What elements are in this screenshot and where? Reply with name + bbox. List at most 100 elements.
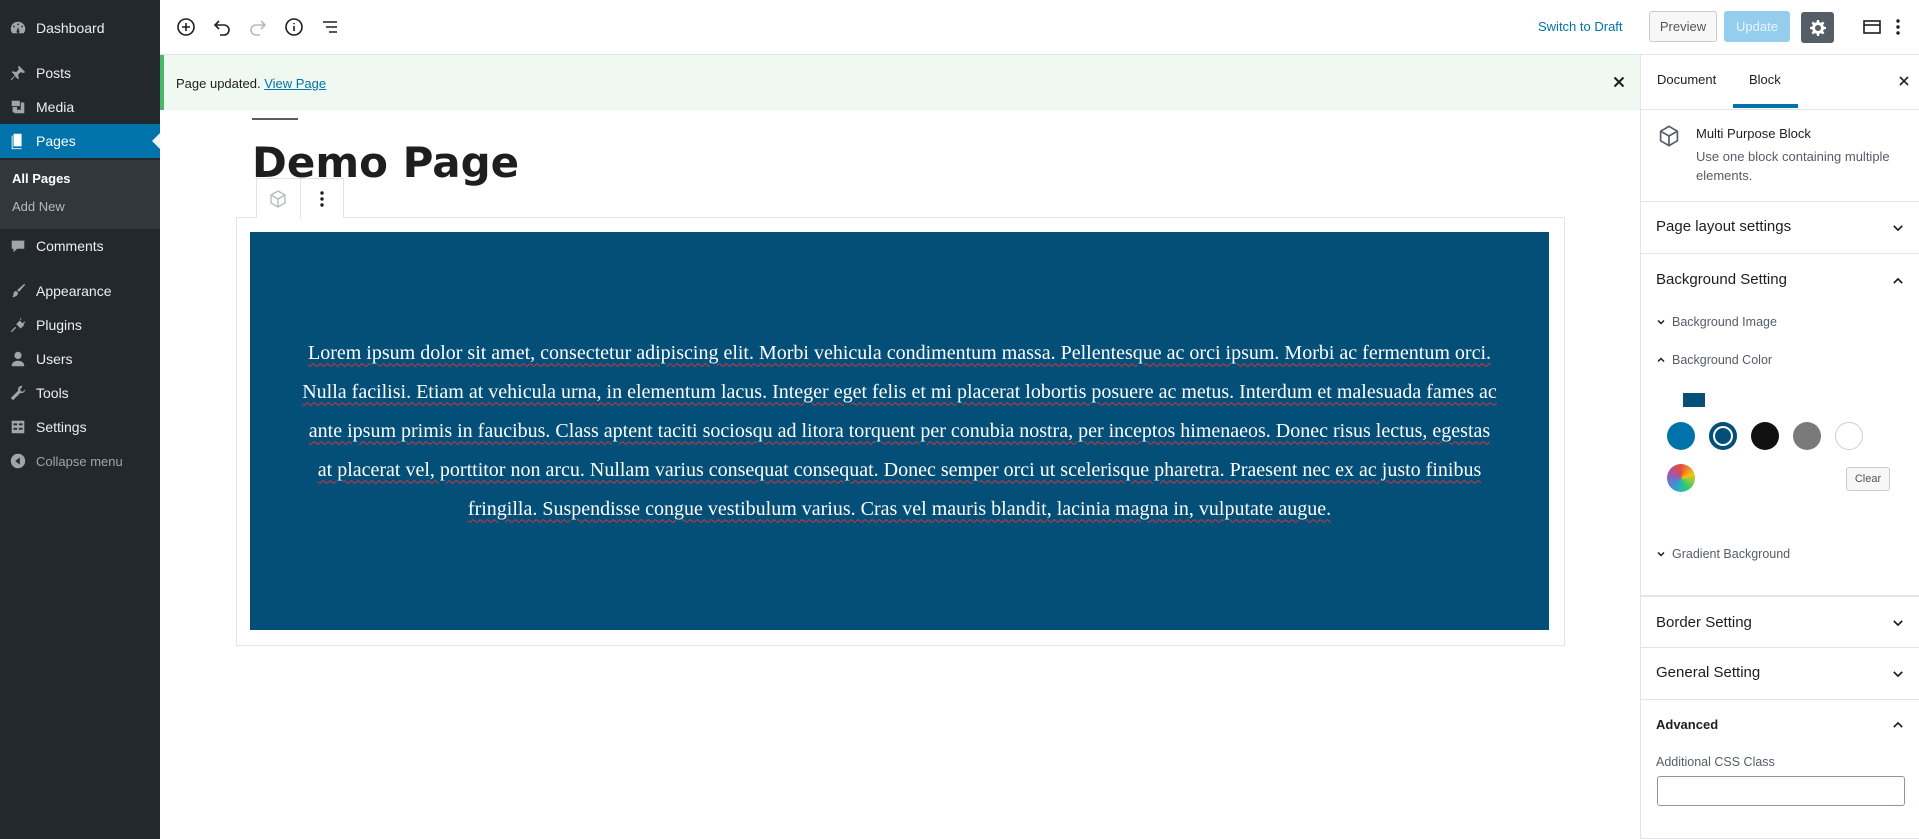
- switch-to-draft-button[interactable]: Switch to Draft: [1538, 19, 1623, 34]
- info-icon[interactable]: [281, 14, 307, 40]
- add-block-icon[interactable]: [173, 14, 199, 40]
- menu-label: Appearance: [36, 283, 112, 299]
- pages-icon: [0, 132, 36, 150]
- custom-color-picker-icon[interactable]: [1667, 464, 1695, 492]
- tab-block[interactable]: Block: [1749, 72, 1781, 87]
- chevron-down-icon: [1657, 551, 1665, 557]
- chevron-down-icon: [1657, 319, 1665, 325]
- css-class-input[interactable]: [1657, 776, 1905, 806]
- collapse-menu-button[interactable]: Collapse menu: [0, 444, 160, 478]
- chevron-up-icon[interactable]: [1891, 718, 1905, 732]
- tab-document[interactable]: Document: [1657, 72, 1716, 87]
- menu-item-appearance[interactable]: Appearance: [0, 274, 160, 308]
- panel-page-layout[interactable]: Page layout settings: [1641, 202, 1919, 254]
- settings-sidebar: Document Block Multi Purpose Block Use o…: [1640, 55, 1919, 839]
- gradient-background-toggle[interactable]: Gradient Background: [1656, 547, 1790, 561]
- block-type-cube-icon[interactable]: [257, 179, 300, 219]
- sidebar-tabs: Document Block: [1641, 55, 1919, 110]
- background-image-toggle[interactable]: Background Image: [1656, 315, 1777, 329]
- panel-title[interactable]: Advanced: [1656, 717, 1718, 732]
- toggle-label: Gradient Background: [1672, 547, 1791, 561]
- editor-canvas: Demo Page Lorem ipsum dolor sit amet, co…: [160, 110, 1640, 839]
- background-color-toggle[interactable]: Background Color: [1656, 353, 1772, 367]
- preview-button[interactable]: Preview: [1649, 11, 1717, 42]
- block-toolbar: [256, 178, 344, 219]
- active-tab-indicator: [1733, 104, 1798, 108]
- chevron-up-icon[interactable]: [1891, 274, 1905, 288]
- panel-title[interactable]: Page layout settings: [1656, 218, 1791, 235]
- chevron-down-icon[interactable]: [1891, 616, 1905, 630]
- update-button[interactable]: Update: [1724, 11, 1790, 42]
- submenu-add-new[interactable]: Add New: [12, 199, 65, 214]
- panel-advanced: Advanced: [1641, 700, 1919, 839]
- close-icon[interactable]: [1896, 73, 1912, 89]
- swatch-black[interactable]: [1751, 422, 1779, 450]
- redo-icon[interactable]: [245, 14, 271, 40]
- block-navigation-icon[interactable]: [317, 14, 343, 40]
- user-icon: [0, 350, 36, 368]
- block-card: Multi Purpose Block Use one block contai…: [1641, 110, 1919, 202]
- undo-icon[interactable]: [209, 14, 235, 40]
- swatch-gray[interactable]: [1793, 422, 1821, 450]
- menu-item-pages[interactable]: Pages: [0, 124, 160, 158]
- css-class-label: Additional CSS Class: [1656, 755, 1775, 769]
- close-icon[interactable]: [1610, 73, 1628, 91]
- toggle-label: Background Image: [1672, 315, 1777, 329]
- media-icon: [0, 98, 36, 116]
- gear-icon: [1809, 19, 1826, 36]
- menu-label: Plugins: [36, 317, 82, 333]
- chevron-down-icon[interactable]: [1891, 221, 1905, 235]
- menu-label: Settings: [36, 419, 87, 435]
- menu-label: Tools: [36, 385, 69, 401]
- panel-border-setting[interactable]: Border Setting: [1641, 596, 1919, 648]
- comment-icon: [0, 237, 36, 255]
- menu-label: Collapse menu: [36, 453, 123, 469]
- panel-general-setting[interactable]: General Setting: [1641, 648, 1919, 700]
- wrench-icon: [0, 384, 36, 402]
- menu-item-dashboard[interactable]: Dashboard: [0, 11, 160, 45]
- menu-item-posts[interactable]: Posts: [0, 56, 160, 90]
- settings-icon: [0, 418, 36, 436]
- menu-item-plugins[interactable]: Plugins: [0, 308, 160, 342]
- panel-title[interactable]: Border Setting: [1656, 614, 1752, 631]
- current-color-indicator: [1683, 393, 1705, 407]
- multi-purpose-block[interactable]: Lorem ipsum dolor sit amet, consectetur …: [250, 232, 1549, 630]
- menu-item-settings[interactable]: Settings: [0, 410, 160, 444]
- editor-toolbar: Switch to Draft Preview Update: [160, 0, 1919, 55]
- success-notice: Page updated. View Page: [160, 55, 1640, 110]
- fullscreen-mode-icon[interactable]: [1859, 14, 1885, 40]
- pages-submenu: All Pages Add New: [0, 160, 160, 229]
- swatch-white[interactable]: [1835, 422, 1863, 450]
- menu-label: Comments: [36, 238, 104, 254]
- view-page-link[interactable]: View Page: [264, 76, 326, 91]
- block-title: Multi Purpose Block: [1696, 126, 1811, 141]
- toggle-label: Background Color: [1672, 353, 1773, 367]
- pin-icon: [0, 64, 36, 82]
- more-options-icon[interactable]: [1885, 14, 1911, 40]
- panel-title[interactable]: General Setting: [1656, 664, 1760, 681]
- notice-text: Page updated. View Page: [176, 76, 326, 91]
- menu-label: Media: [36, 99, 75, 115]
- submenu-all-pages[interactable]: All Pages: [12, 171, 71, 186]
- block-description: Use one block containing multiple elemen…: [1696, 149, 1890, 183]
- menu-label: Dashboard: [36, 20, 105, 36]
- dashboard-icon: [0, 19, 36, 37]
- notice-message: Page updated.: [176, 76, 261, 91]
- menu-item-tools[interactable]: Tools: [0, 376, 160, 410]
- menu-item-users[interactable]: Users: [0, 342, 160, 376]
- chevron-down-icon[interactable]: [1891, 667, 1905, 681]
- title-separator: [252, 118, 298, 120]
- menu-label: Users: [36, 351, 73, 367]
- menu-label: Pages: [36, 133, 76, 149]
- settings-gear-button[interactable]: [1801, 12, 1834, 43]
- swatch-dark-blue-selected[interactable]: [1709, 422, 1737, 450]
- swatch-blue[interactable]: [1667, 422, 1695, 450]
- block-more-options-icon[interactable]: [299, 179, 343, 219]
- panel-title[interactable]: Background Setting: [1656, 271, 1787, 288]
- block-paragraph[interactable]: Lorem ipsum dolor sit amet, consectetur …: [300, 334, 1499, 529]
- brush-icon: [0, 282, 36, 300]
- menu-item-media[interactable]: Media: [0, 90, 160, 124]
- chevron-up-icon: [1657, 357, 1665, 363]
- menu-item-comments[interactable]: Comments: [0, 229, 160, 263]
- clear-color-button[interactable]: Clear: [1846, 467, 1890, 491]
